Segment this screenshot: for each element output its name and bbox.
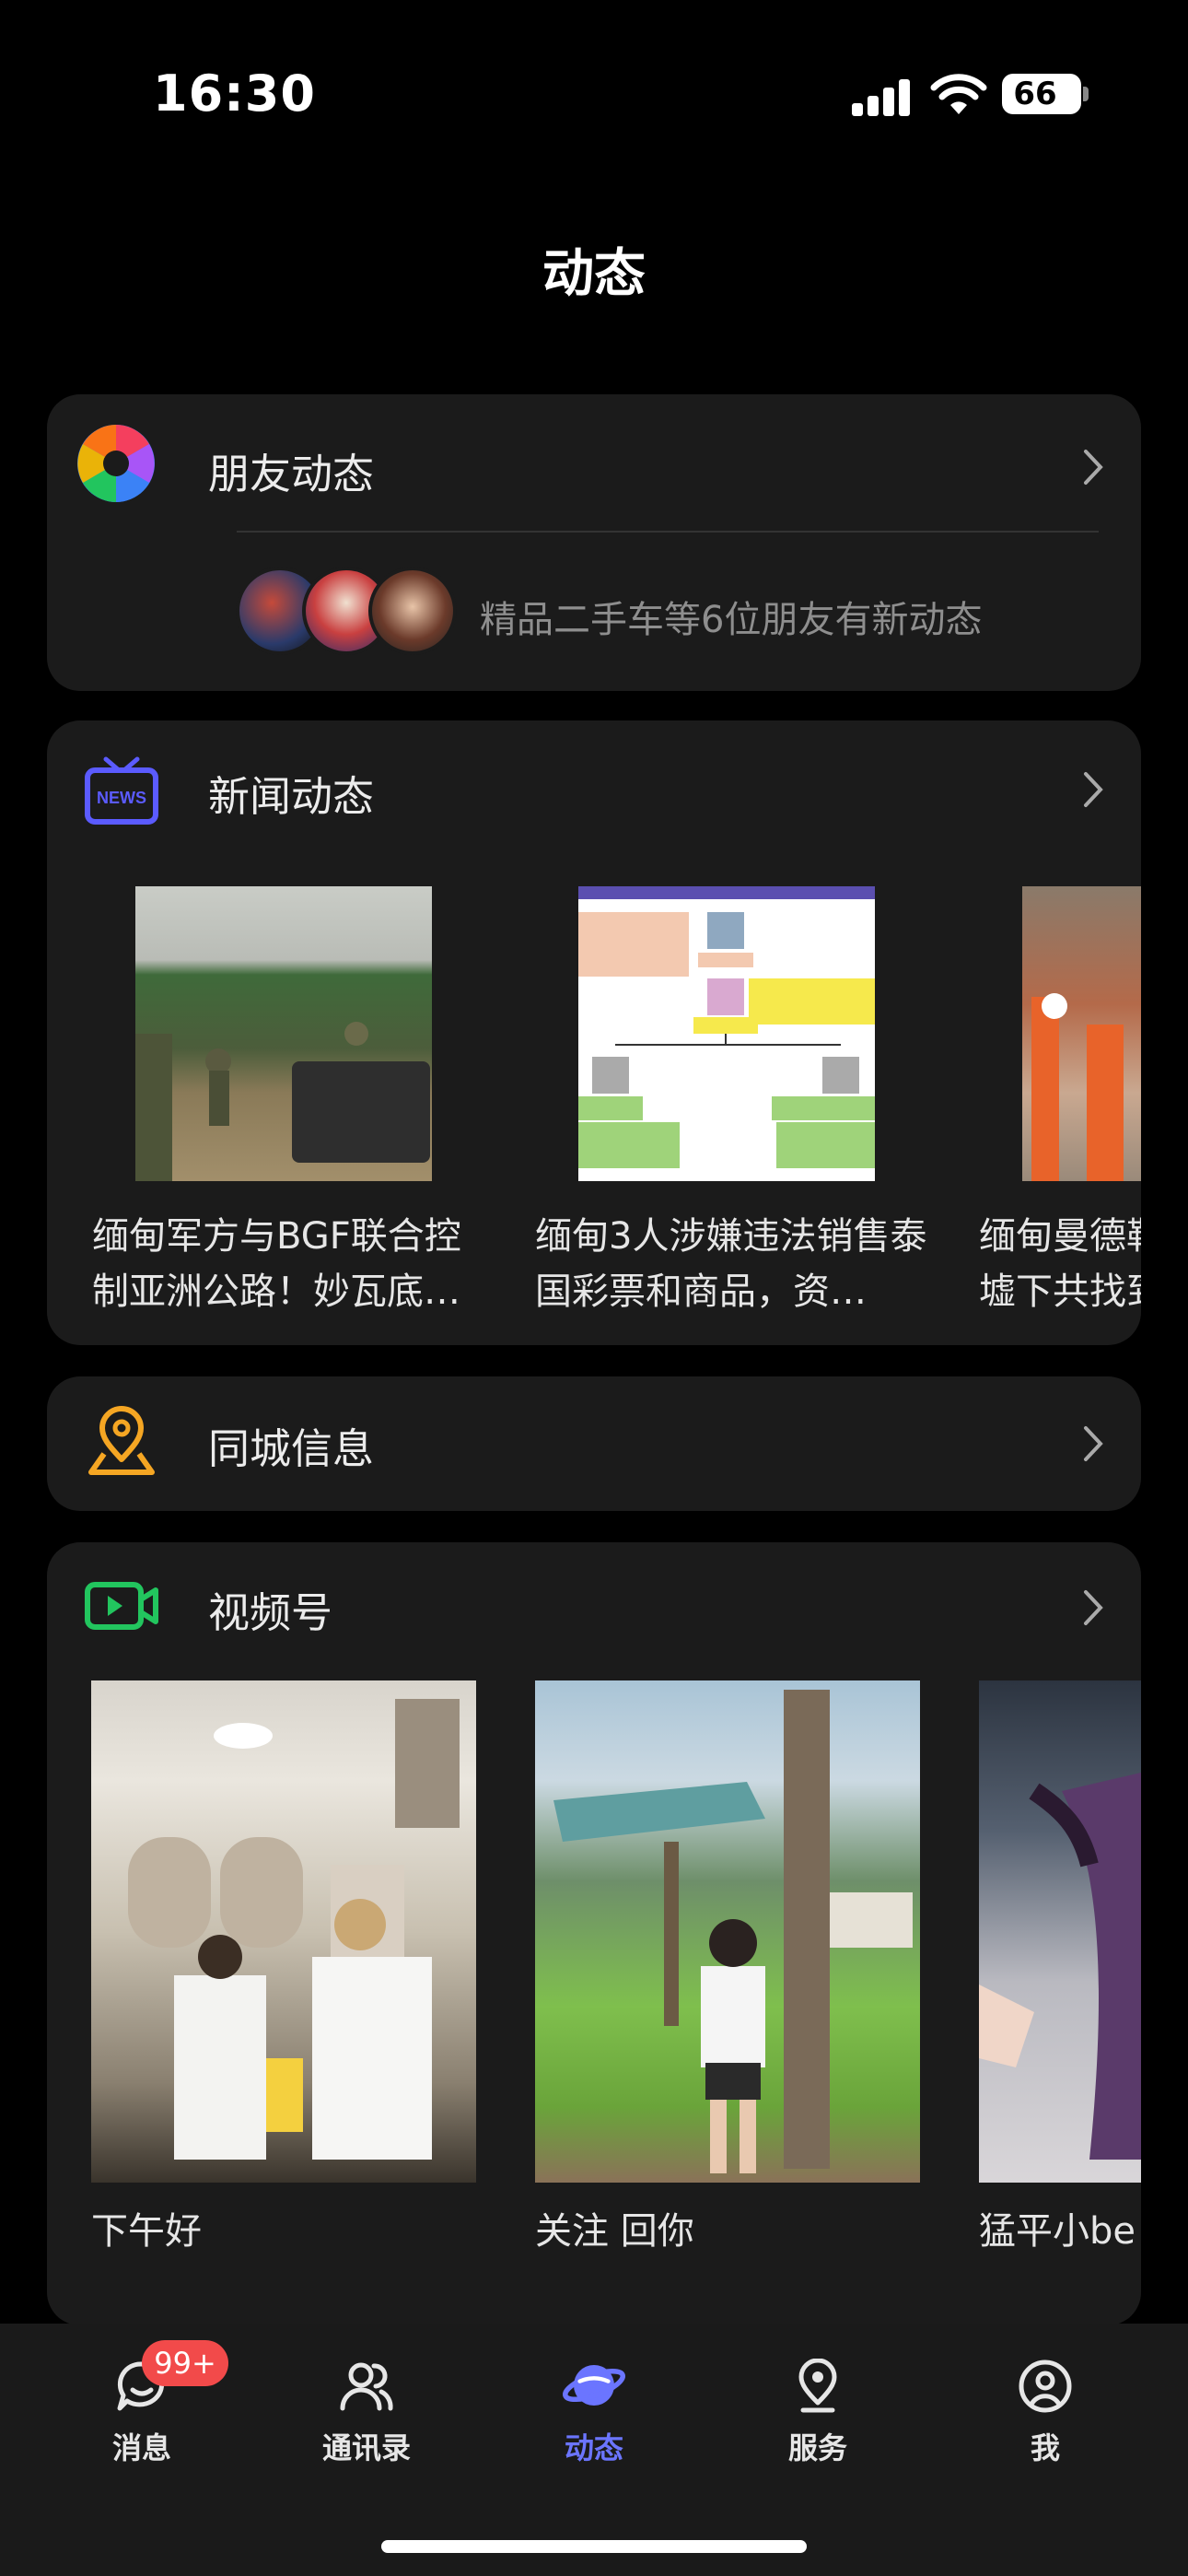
news-card[interactable]: NEWS 新闻动态 缅甸军方与BGF联合控制亚洲公路！妙瓦底… 缅甸3人涉嫌违法… (47, 720, 1141, 1345)
location-pin-icon (88, 1406, 155, 1475)
video-item-title: 关注 回你 (535, 2210, 694, 2253)
cellular-signal-icon (852, 77, 911, 116)
video-thumbnail (979, 1680, 1141, 2183)
battery-tip (1083, 87, 1089, 101)
news-item-title: 缅甸军方与BGF联合控制亚洲公路！妙瓦底… (92, 1215, 461, 1313)
video-item-title: 下午好 (91, 2210, 202, 2253)
friends-title: 朋友动态 (208, 450, 375, 498)
page-title: 动态 (542, 244, 646, 304)
video-title: 视频号 (208, 1588, 333, 1637)
video-item-title: 猛平小be (979, 2210, 1136, 2253)
news-thumbnail (135, 886, 432, 1181)
friends-header[interactable]: 朋友动态 (47, 394, 1141, 533)
tab-label: 我 (1030, 2430, 1060, 2465)
contacts-icon (340, 2362, 393, 2411)
tab-label: 通讯录 (321, 2430, 411, 2465)
news-title: 新闻动态 (208, 772, 375, 821)
tab-contacts[interactable]: 通讯录 (293, 2359, 440, 2488)
local-title: 同城信息 (208, 1424, 375, 1473)
tab-me[interactable]: 我 (972, 2359, 1119, 2488)
tab-label: 动态 (564, 2430, 623, 2465)
unread-badge: 99+ (142, 2340, 228, 2386)
local-card[interactable]: 同城信息 (47, 1376, 1141, 1511)
aperture-icon (77, 425, 155, 502)
chevron-right-icon (1084, 772, 1103, 807)
news-item-title: 缅甸3人涉嫌违法销售泰国彩票和商品，资… (535, 1215, 927, 1313)
svg-text:NEWS: NEWS (97, 789, 146, 807)
wifi-icon (930, 74, 987, 114)
profile-icon (1019, 2359, 1072, 2413)
tab-services[interactable]: 服务 (744, 2359, 891, 2488)
video-header[interactable]: 视频号 (47, 1542, 1141, 1680)
video-thumbnail (535, 1680, 920, 2183)
status-bar: 16:30 66 (0, 0, 1188, 193)
news-header[interactable]: NEWS 新闻动态 (47, 720, 1141, 859)
news-tv-icon: NEWS (85, 756, 158, 825)
chevron-right-icon (1084, 1426, 1103, 1461)
battery-icon: 66 (1002, 74, 1081, 114)
planet-icon (563, 2365, 625, 2406)
avatar (368, 567, 457, 655)
friend-avatars[interactable] (236, 567, 466, 659)
video-channel-icon (85, 1582, 158, 1630)
home-indicator[interactable] (381, 2540, 807, 2553)
tab-label: 服务 (787, 2430, 847, 2465)
video-card[interactable]: 视频号 下午好 关注 回你 猛平小be (47, 1542, 1141, 2325)
news-thumbnail (578, 886, 875, 1181)
friends-card[interactable]: 朋友动态 精品二手车等6位朋友有新动态 (47, 394, 1141, 691)
service-pin-icon (798, 2359, 837, 2413)
news-item-title: 缅甸曼德勒墟下共找到 (979, 1215, 1141, 1313)
chevron-right-icon (1084, 450, 1103, 485)
divider (237, 531, 1099, 533)
battery-level: 66 (1013, 76, 1057, 112)
status-time: 16:30 (153, 64, 316, 123)
video-thumbnail (91, 1680, 476, 2183)
tab-label: 消息 (111, 2430, 171, 2465)
chevron-right-icon (1084, 1590, 1103, 1625)
friends-update-text: 精品二手车等6位朋友有新动态 (480, 599, 983, 641)
news-thumbnail (1022, 886, 1141, 1181)
tab-moments[interactable]: 动态 (520, 2359, 668, 2488)
